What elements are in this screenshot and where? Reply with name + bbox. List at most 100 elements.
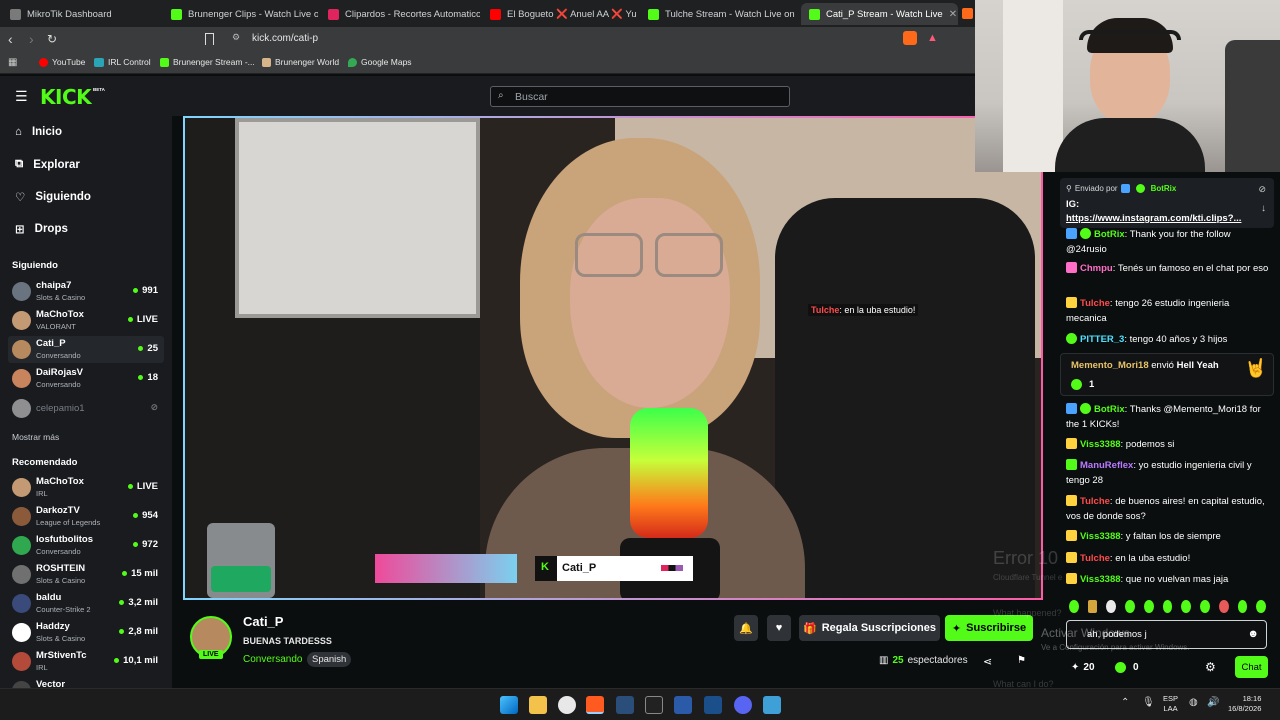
chat-username[interactable]: Viss3388 (1080, 439, 1121, 450)
recommended-channel[interactable]: losfutbolitos Conversando 972 (8, 532, 164, 559)
gift-user[interactable]: Memento_Mori18 (1071, 360, 1149, 371)
following-channel[interactable]: DaiRojasV Conversando 18 (8, 365, 164, 392)
nav-explorar[interactable]: ⧉ Explorar (15, 158, 80, 171)
video-player[interactable]: Tulche: en la uba estudio! K Cati_P (183, 116, 1043, 600)
show-more-link[interactable]: Mostrar más (12, 432, 59, 442)
brave-browser-icon[interactable] (586, 696, 604, 714)
app-icon[interactable] (704, 696, 722, 714)
nav-siguiendo[interactable]: ♡ Siguiendo (15, 190, 91, 204)
tray-overflow-icon[interactable]: ⌃ (1121, 697, 1129, 708)
bookmark-google-maps[interactable]: Google Maps (348, 57, 412, 67)
bookmark-brunenger-stream[interactable]: Brunenger Stream -... (160, 57, 255, 67)
notepad-icon[interactable] (763, 696, 781, 714)
emote-icon[interactable] (1181, 600, 1192, 613)
bookmark-icon[interactable] (205, 33, 214, 45)
expand-icon[interactable]: ↓ (1261, 203, 1266, 214)
recommended-channel[interactable]: Haddzy Slots & Casino 2,8 mil (8, 619, 164, 646)
chat-username[interactable]: Tulche (1080, 298, 1110, 309)
chat-username[interactable]: Tulche (1080, 553, 1110, 564)
bookmark-brunenger-world[interactable]: Brunenger World (262, 57, 339, 67)
emote-icon[interactable] (1218, 600, 1229, 613)
report-icon[interactable]: ⚑ (1017, 655, 1026, 666)
file-explorer-icon[interactable] (529, 696, 547, 714)
chat-username[interactable]: ManuReflex (1080, 460, 1133, 471)
chat-username[interactable]: PITTER_3 (1080, 334, 1124, 345)
brave-shields-icon[interactable] (903, 31, 917, 45)
bookmark-irl-control[interactable]: IRL Control (94, 57, 151, 67)
tab-clipardos[interactable]: Clipardos - Recortes Automaticos (320, 3, 480, 25)
chat-settings-icon[interactable]: ⚙ (1205, 660, 1216, 674)
send-chat-button[interactable]: Chat (1235, 656, 1268, 678)
recommended-channel[interactable]: MaChoTox IRL LIVE (8, 474, 164, 501)
channel-points[interactable]: ✦ 20 (1071, 662, 1095, 673)
chat-username[interactable]: Chmpu (1080, 263, 1113, 274)
tab-mikrotik[interactable]: MikroTik Dashboard (2, 3, 160, 25)
stream-category[interactable]: Conversando (243, 654, 302, 665)
emote-icon[interactable] (1162, 600, 1173, 613)
chat-username[interactable]: Tulche (1080, 496, 1110, 507)
tab-cati-p-stream[interactable]: Cati_P Stream - Watch Live ✕ (801, 3, 958, 25)
brave-rewards-icon[interactable]: ▲ (927, 32, 938, 44)
tab-brunenger-clips[interactable]: Brunenger Clips - Watch Live on Kick (163, 3, 318, 25)
tab-tulche-stream[interactable]: Tulche Stream - Watch Live on Kick (640, 3, 798, 25)
tab-youtube-music[interactable]: El Bogueto ❌ Anuel AA ❌ Yung B (482, 3, 637, 25)
gift-subs-button[interactable]: 🎁 Regala Suscripciones (799, 615, 940, 641)
emote-icon[interactable] (1237, 600, 1248, 613)
search-input[interactable]: ⌕ Buscar (490, 86, 790, 107)
emote-icon[interactable] (1106, 600, 1117, 613)
url-field[interactable]: ⚙ kick.com/cati-p (226, 30, 946, 49)
kick-logo[interactable]: KICK (40, 85, 92, 109)
chat-input[interactable]: ah, podemos j ☻ (1066, 620, 1267, 649)
microphone-icon[interactable]: 🎙 (1142, 697, 1155, 708)
emote-icon[interactable] (1143, 600, 1154, 613)
bookmark-youtube[interactable]: YouTube (39, 57, 85, 67)
recommended-channel[interactable]: Vector (8, 677, 164, 688)
emote-icon[interactable] (1200, 600, 1210, 613)
emote-icon[interactable] (1125, 600, 1135, 613)
nav-drops[interactable]: ⊞ Drops (15, 222, 68, 236)
follow-button[interactable]: ♥ (767, 615, 791, 641)
notifications-button[interactable]: 🔔 (734, 615, 758, 641)
windows-start-icon[interactable] (500, 696, 518, 714)
chat-username[interactable]: Viss3388 (1080, 574, 1121, 585)
chat-username[interactable]: BotRix (1094, 229, 1125, 240)
app-icon[interactable] (558, 696, 576, 714)
language-tag[interactable]: Spanish (307, 652, 352, 667)
site-settings-icon[interactable]: ⚙ (232, 32, 240, 43)
volume-icon[interactable]: 🔊 (1207, 697, 1219, 708)
pinned-link[interactable]: https://www.instagram.com/kti.clips?... (1066, 213, 1241, 224)
terminal-icon[interactable] (645, 696, 663, 714)
network-icon[interactable]: ◍ (1189, 697, 1198, 708)
pinned-message[interactable]: ⚲ Enviado por BotRix ⊘ IG: https://www.in… (1060, 178, 1274, 228)
following-channel-offline[interactable]: celepamio1 ⊘ (8, 395, 164, 422)
brave-tab-icon[interactable] (962, 8, 973, 19)
app-icon[interactable] (674, 696, 692, 714)
language-indicator[interactable]: ESP LAA (1163, 694, 1178, 714)
close-tab-icon[interactable]: ✕ (949, 9, 957, 20)
streamer-name[interactable]: Cati_P (243, 614, 283, 629)
chat-username[interactable]: BotRix (1094, 404, 1125, 415)
following-channel[interactable]: chaipa7 Slots & Casino 991 (8, 278, 164, 305)
reload-icon[interactable]: ↻ (47, 32, 57, 46)
apps-grid-icon[interactable]: ▦ (8, 57, 17, 68)
recommended-channel[interactable]: baldu Counter-Strike 2 3,2 mil (8, 590, 164, 617)
emote-icon[interactable] (1087, 600, 1098, 613)
recommended-channel[interactable]: ROSHTEIN Slots & Casino 15 mil (8, 561, 164, 588)
back-icon[interactable]: ‹ (8, 31, 13, 47)
following-channel-selected[interactable]: Cati_P Conversando 25 (8, 336, 164, 363)
emote-icon[interactable] (1069, 600, 1079, 613)
recommended-channel[interactable]: MrStivenTc IRL 10,1 mil (8, 648, 164, 675)
emote-icon[interactable] (1256, 600, 1267, 613)
chat-username[interactable]: Viss3388 (1080, 531, 1121, 542)
share-icon[interactable]: ⋖ (983, 655, 992, 668)
kicks-balance[interactable]: 0 (1115, 662, 1139, 673)
app-icon[interactable] (616, 696, 634, 714)
recommended-channel[interactable]: DarkozTV League of Legends 954 (8, 503, 164, 530)
forward-icon[interactable]: › (29, 31, 34, 47)
subscribe-button[interactable]: ✦ Suscribirse (945, 615, 1033, 641)
unpin-icon[interactable]: ⊘ (1258, 184, 1266, 195)
clock[interactable]: 18:16 16/8/2026 (1228, 694, 1261, 714)
menu-icon[interactable]: ☰ (15, 88, 28, 105)
following-channel[interactable]: MaChoTox VALORANT LIVE (8, 307, 164, 334)
emoji-picker-icon[interactable]: ☻ (1247, 628, 1259, 640)
